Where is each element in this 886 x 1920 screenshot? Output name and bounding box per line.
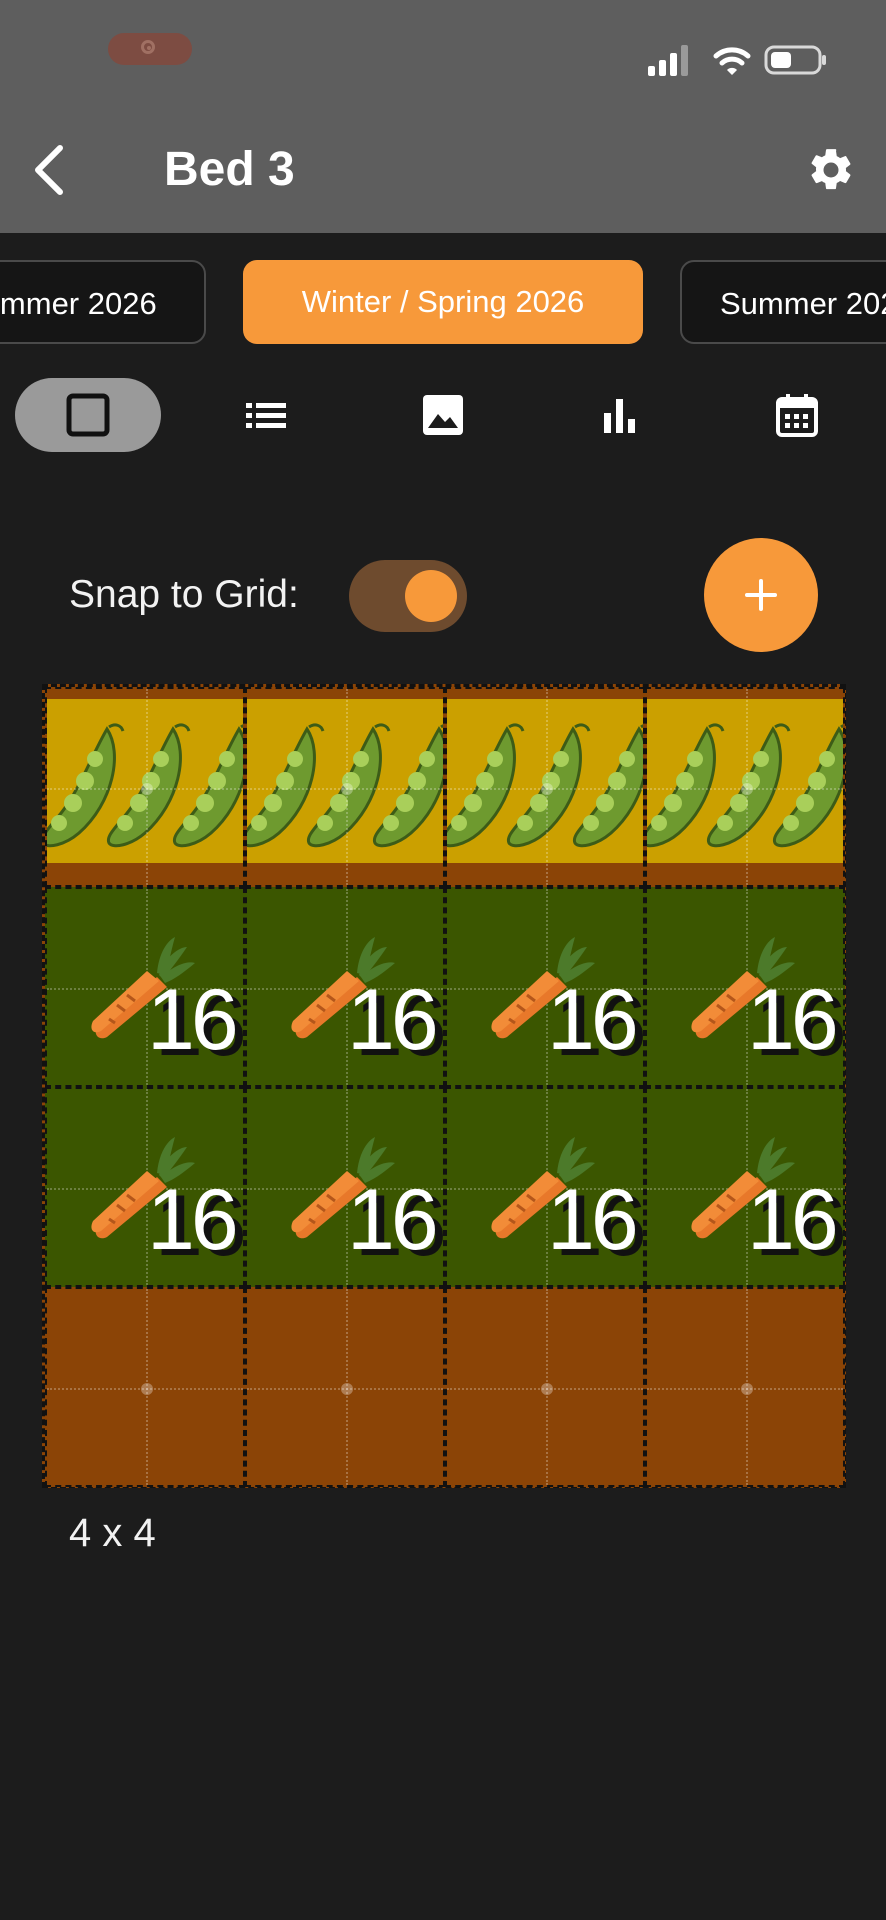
gear-icon bbox=[811, 149, 851, 190]
grid-cell-carrots[interactable]: 16 bbox=[445, 887, 645, 1087]
page-title: Bed 3 bbox=[164, 143, 295, 196]
grid-guide-dot bbox=[341, 1383, 353, 1395]
grid-cell-carrots[interactable]: 16 bbox=[45, 887, 245, 1087]
grid-square-icon bbox=[66, 393, 110, 437]
grid-cell-carrots[interactable]: 16 bbox=[245, 1087, 445, 1287]
season-tab-label: Winter / Spring 2026 bbox=[301, 284, 585, 319]
plant-count: 16 bbox=[547, 1172, 639, 1268]
grid-guide-dot bbox=[741, 1383, 753, 1395]
plant-count: 16 bbox=[547, 972, 639, 1068]
add-plant-button[interactable] bbox=[704, 538, 818, 652]
plant-count: 16 bbox=[747, 1172, 839, 1268]
snap-to-grid-label: Snap to Grid: bbox=[69, 573, 299, 616]
calendar-icon bbox=[776, 394, 818, 437]
plant-count: 16 bbox=[147, 972, 239, 1068]
season-tab-summer-2026-prev[interactable]: Summer 2026 bbox=[0, 260, 206, 344]
view-grid-button[interactable] bbox=[15, 378, 161, 452]
view-calendar-button[interactable] bbox=[724, 378, 870, 452]
grid-cell-peas[interactable] bbox=[645, 687, 845, 887]
plant-count: 16 bbox=[347, 972, 439, 1068]
list-icon bbox=[246, 403, 286, 428]
snap-to-grid-toggle[interactable] bbox=[349, 560, 467, 632]
image-icon bbox=[423, 395, 463, 435]
grid-cell-empty[interactable] bbox=[45, 1287, 245, 1487]
season-tab-summer-2026-next[interactable]: Summer 2026 bbox=[680, 260, 886, 344]
plant-count: 16 bbox=[147, 1172, 239, 1268]
bed-size-label: 4 x 4 bbox=[69, 1511, 156, 1555]
view-list-button[interactable] bbox=[193, 378, 339, 452]
toggle-knob bbox=[405, 570, 457, 622]
view-stats-button[interactable] bbox=[547, 378, 693, 452]
plant-count: 16 bbox=[747, 972, 839, 1068]
grid-guide-dot bbox=[341, 783, 353, 795]
grid-guide-dot bbox=[141, 783, 153, 795]
grid-cell-peas[interactable] bbox=[445, 687, 645, 887]
back-button[interactable] bbox=[26, 140, 76, 200]
bar-chart-icon bbox=[604, 399, 635, 433]
view-image-button[interactable] bbox=[370, 378, 516, 452]
grid-cell-carrots[interactable]: 16 bbox=[445, 1087, 645, 1287]
app-header: Bed 3 bbox=[0, 0, 886, 233]
garden-bed-grid[interactable]: 16 16 16 16 16 16 16 16 bbox=[42, 684, 846, 1488]
grid-cell-empty[interactable] bbox=[445, 1287, 645, 1487]
season-tab-label: Summer 2026 bbox=[0, 286, 157, 321]
plus-icon bbox=[745, 579, 777, 611]
screen-record-icon bbox=[141, 40, 155, 54]
chevron-left-icon bbox=[35, 145, 63, 195]
grid-cell-carrots[interactable]: 16 bbox=[645, 887, 845, 1087]
grid-cell-peas[interactable] bbox=[245, 687, 445, 887]
plant-count: 16 bbox=[347, 1172, 439, 1268]
grid-cell-carrots[interactable]: 16 bbox=[245, 887, 445, 1087]
grid-cell-peas[interactable] bbox=[45, 687, 245, 887]
grid-cell-empty[interactable] bbox=[245, 1287, 445, 1487]
grid-cell-carrots[interactable]: 16 bbox=[645, 1087, 845, 1287]
wifi-icon bbox=[713, 47, 751, 75]
season-tab-winter-spring-2026[interactable]: Winter / Spring 2026 bbox=[243, 260, 643, 344]
grid-guide-dot bbox=[541, 783, 553, 795]
grid-cell-empty[interactable] bbox=[645, 1287, 845, 1487]
season-tab-label: Summer 2026 bbox=[720, 286, 886, 321]
grid-cell-carrots[interactable]: 16 bbox=[45, 1087, 245, 1287]
grid-guide-dot bbox=[541, 1383, 553, 1395]
grid-guide-dot bbox=[141, 1383, 153, 1395]
screen-record-indicator bbox=[108, 33, 192, 65]
settings-button[interactable] bbox=[806, 145, 856, 195]
cellular-signal-icon bbox=[648, 45, 688, 76]
battery-icon bbox=[764, 45, 826, 75]
grid-guide-dot bbox=[741, 783, 753, 795]
